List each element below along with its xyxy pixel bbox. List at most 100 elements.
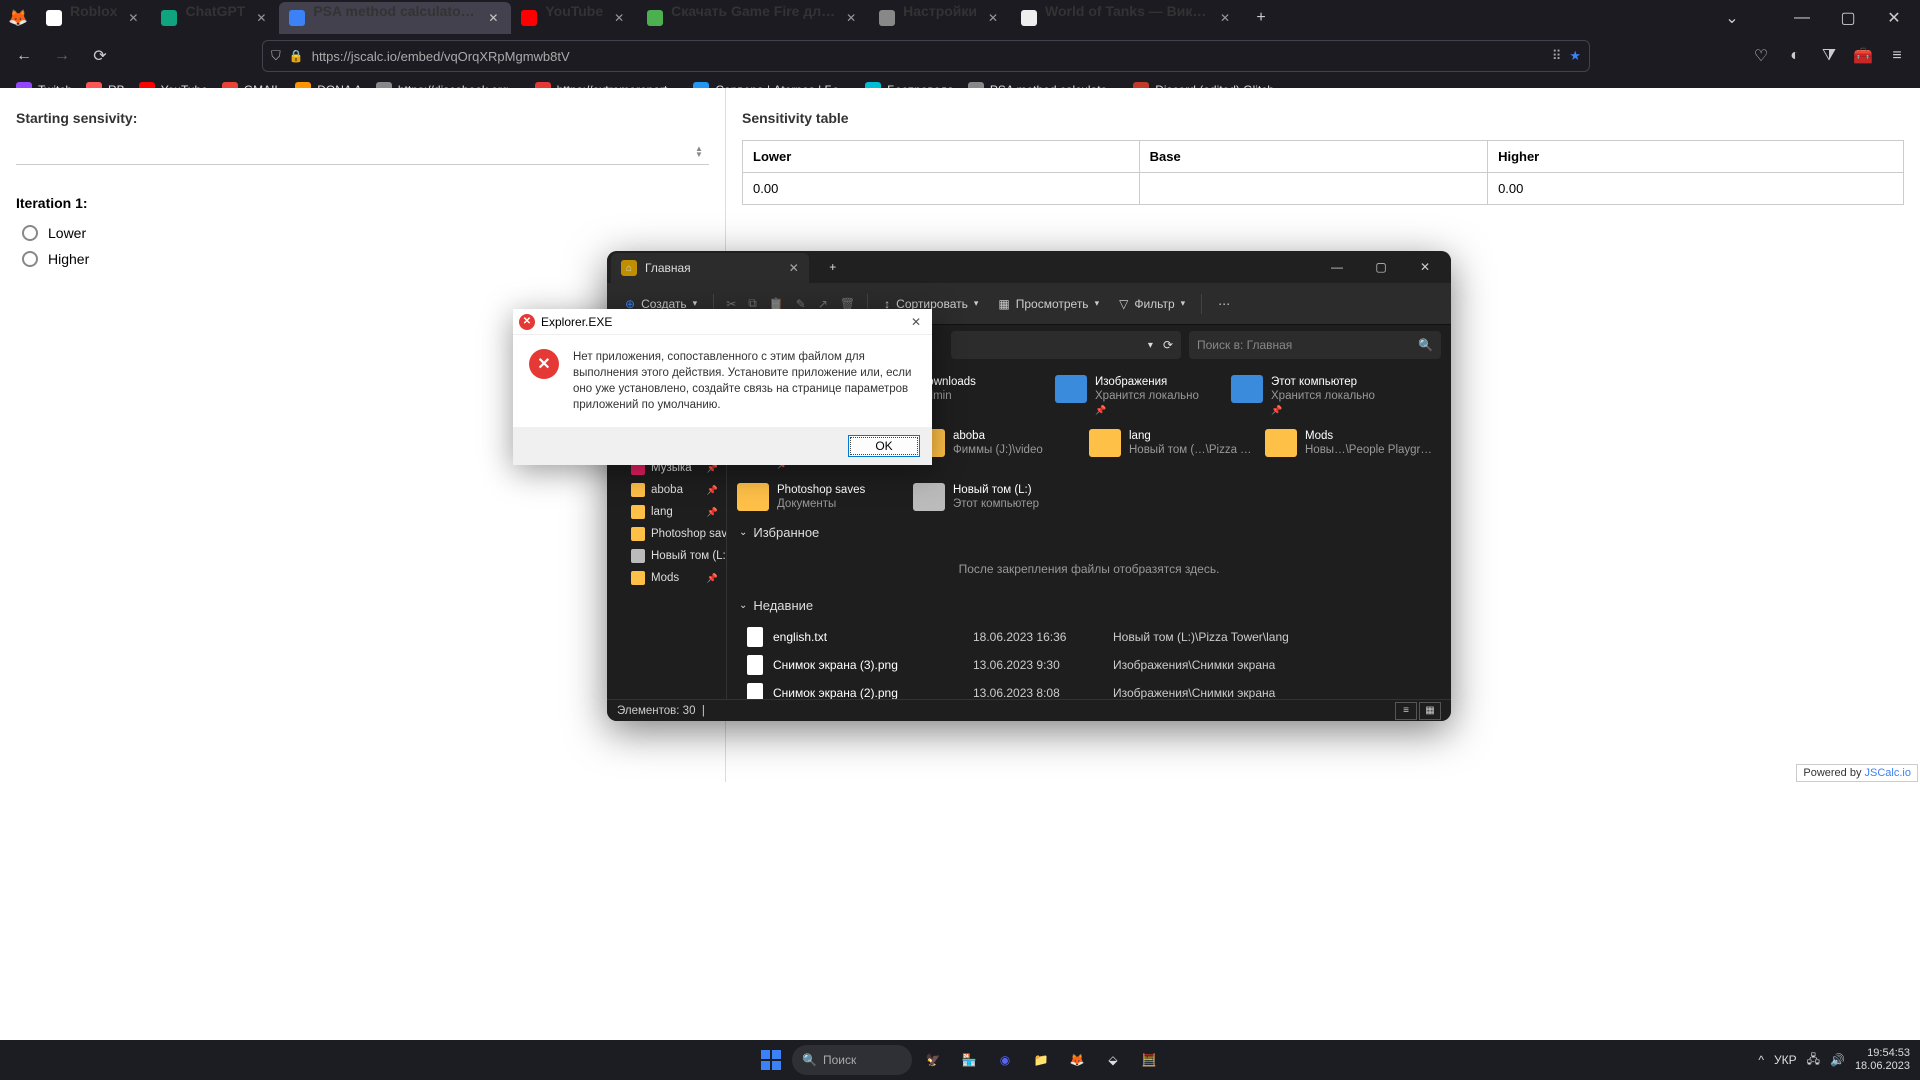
store-icon[interactable]: 🏪 <box>954 1045 984 1075</box>
url-bar[interactable]: ⛉ 🔒 https://jscalc.io/embed/vqOrqXRpMgmw… <box>262 40 1590 72</box>
explorer-titlebar[interactable]: ⌂ Главная ✕ + — ▢ ✕ <box>607 251 1451 283</box>
filter-button[interactable]: ▽ Фильтр ▾ <box>1111 293 1193 315</box>
calculator-icon[interactable]: 🧮 <box>1134 1045 1164 1075</box>
error-message: Нет приложения, сопоставленного с этим ф… <box>573 349 916 413</box>
app-menu-button[interactable]: ≡ <box>1882 41 1912 71</box>
error-badge-icon: ✕ <box>529 349 559 379</box>
browser-tab[interactable]: ChatGPT✕ <box>151 2 279 34</box>
taskbar-search[interactable]: 🔍Поиск <box>792 1045 912 1075</box>
firefox-menu-icon[interactable]: 🦊 <box>8 8 36 28</box>
quick-access-item[interactable]: abobaФиммы (J:)\video <box>911 427 1083 473</box>
radio-higher[interactable]: Higher <box>16 251 709 267</box>
sensitivity-table-title: Sensitivity table <box>742 110 1904 126</box>
tab-label: YouTube <box>545 3 603 19</box>
browser-tab[interactable]: Настройки✕ <box>869 2 1011 34</box>
discord-icon[interactable]: ◉ <box>990 1045 1020 1075</box>
sensitivity-field[interactable] <box>16 144 695 160</box>
shield-icon: ⛉ <box>271 48 281 64</box>
translate-icon[interactable]: ⠿ <box>1552 48 1562 64</box>
nav-item[interactable]: Photoshop save📌 <box>607 523 726 545</box>
account-icon[interactable]: ◐ <box>1780 41 1810 71</box>
explorer-tab[interactable]: ⌂ Главная ✕ <box>611 253 809 283</box>
details-view-icon[interactable]: ≡ <box>1395 702 1417 720</box>
network-icon[interactable]: 🖧 <box>1807 1050 1820 1071</box>
tab-label: Скачать Game Fire для Windo… <box>671 3 835 19</box>
more-button[interactable]: ⋯ <box>1210 293 1238 315</box>
browser-tab[interactable]: PSA method calculator - JSCalc.io✕ <box>279 2 511 34</box>
browser-tab[interactable]: Roblox✕ <box>36 2 151 34</box>
starting-sensitivity-input[interactable]: ▲▼ <box>16 140 709 165</box>
recent-section[interactable]: ⌄Недавние <box>727 590 1451 621</box>
close-icon[interactable]: ✕ <box>611 10 627 26</box>
quick-access-item[interactable]: ИзображенияХранится локально📌 <box>1053 373 1225 419</box>
dialog-close-icon[interactable]: ✕ <box>906 315 926 329</box>
chevron-down-icon[interactable]: ▾ <box>1148 340 1153 351</box>
quick-access-item[interactable]: Этот компьютерХранится локально📌 <box>1229 373 1401 419</box>
nav-item[interactable]: Новый том (L:)📌 <box>607 545 726 567</box>
error-title: Explorer.EXE <box>541 315 612 329</box>
tray-chevron-icon[interactable]: ^ <box>1758 1053 1764 1067</box>
refresh-icon[interactable]: ⟳ <box>1163 338 1173 352</box>
explorer-close[interactable]: ✕ <box>1403 252 1447 282</box>
favorites-section[interactable]: ⌄Избранное <box>727 517 1451 548</box>
wot-icon[interactable]: ⬙ <box>1098 1045 1128 1075</box>
close-icon[interactable]: ✕ <box>1217 10 1233 26</box>
powered-by-badge[interactable]: Powered by JSCalc.io <box>1796 764 1918 782</box>
extensions-icon[interactable]: ⧩ <box>1814 41 1844 71</box>
recent-file-row[interactable]: Снимок экрана (3).png13.06.2023 9:30Изоб… <box>739 651 1439 679</box>
tab-overflow-icon[interactable]: ⌄ <box>1710 2 1754 34</box>
close-icon[interactable]: ✕ <box>843 10 859 26</box>
folder-icon <box>631 483 645 497</box>
start-button[interactable] <box>756 1045 786 1075</box>
spinner-icon[interactable]: ▲▼ <box>695 146 709 158</box>
favicon <box>879 10 895 26</box>
window-close-button[interactable]: ✕ <box>1872 2 1916 34</box>
explorer-maximize[interactable]: ▢ <box>1359 252 1403 282</box>
language-indicator[interactable]: УКР <box>1774 1053 1797 1067</box>
minimize-button[interactable]: — <box>1780 2 1824 34</box>
bookmark-star-icon[interactable]: ★ <box>1569 48 1581 64</box>
browser-chrome: 🦊 Roblox✕ChatGPT✕PSA method calculator -… <box>0 0 1920 88</box>
error-titlebar[interactable]: ✕ Explorer.EXE ✕ <box>513 309 932 335</box>
firefox-icon[interactable]: 🦊 <box>1062 1045 1092 1075</box>
explorer-search[interactable]: Поиск в: Главная 🔍 <box>1189 331 1441 359</box>
quick-access-item[interactable]: langНовый том (…\Pizza Tower <box>1087 427 1259 473</box>
recent-file-row[interactable]: english.txt18.06.2023 16:36Новый том (L:… <box>739 623 1439 651</box>
grid-view-icon[interactable]: ▦ <box>1419 702 1441 720</box>
explorer-minimize[interactable]: — <box>1315 252 1359 282</box>
browser-tab[interactable]: Скачать Game Fire для Windo… ✕ <box>637 2 869 34</box>
explorer-statusbar: Элементов: 30 | ≡ ▦ <box>607 699 1451 721</box>
toolbox-icon[interactable]: 🧰 <box>1848 41 1878 71</box>
address-bar[interactable]: ▾ ⟳ <box>951 331 1181 359</box>
clock[interactable]: 19:54:53 18.06.2023 <box>1855 1047 1910 1073</box>
close-icon[interactable]: ✕ <box>485 10 501 26</box>
back-button[interactable]: ← <box>8 40 40 72</box>
eagle-icon[interactable]: 🦅 <box>918 1045 948 1075</box>
quick-access-item[interactable]: Photoshop savesДокументы <box>735 481 907 513</box>
nav-item[interactable]: Mods📌 <box>607 567 726 589</box>
quick-access-item[interactable]: Новый том (L:)Этот компьютер <box>911 481 1083 513</box>
reload-button[interactable]: ⟳ <box>84 40 116 72</box>
radio-lower[interactable]: Lower <box>16 225 709 241</box>
favicon <box>647 10 663 26</box>
radio-icon <box>22 225 38 241</box>
nav-item[interactable]: lang📌 <box>607 501 726 523</box>
new-tab-button[interactable]: + <box>1247 4 1275 32</box>
ok-button[interactable]: OK <box>848 435 920 457</box>
close-icon[interactable]: ✕ <box>125 10 141 26</box>
pocket-icon[interactable]: ♡ <box>1746 41 1776 71</box>
folder-icon <box>913 483 945 511</box>
close-tab-icon[interactable]: ✕ <box>789 261 799 275</box>
volume-icon[interactable]: 🔊 <box>1830 1053 1845 1067</box>
close-icon[interactable]: ✕ <box>253 10 269 26</box>
explorer-icon[interactable]: 📁 <box>1026 1045 1056 1075</box>
explorer-new-tab[interactable]: + <box>819 253 847 281</box>
quick-access-item[interactable]: ModsНовы…\People Playground <box>1263 427 1435 473</box>
browser-tab[interactable]: World of Tanks — Википедия✕ <box>1011 2 1243 34</box>
browser-tab[interactable]: YouTube ✕ <box>511 2 637 34</box>
maximize-button[interactable]: ▢ <box>1826 2 1870 34</box>
taskbar: 🔍Поиск 🦅 🏪 ◉ 📁 🦊 ⬙ 🧮 ^ УКР 🖧 🔊 19:54:53 … <box>0 1040 1920 1080</box>
nav-item[interactable]: aboba📌 <box>607 479 726 501</box>
view-button[interactable]: ▦ Просмотреть ▾ <box>990 293 1107 315</box>
close-icon[interactable]: ✕ <box>985 10 1001 26</box>
